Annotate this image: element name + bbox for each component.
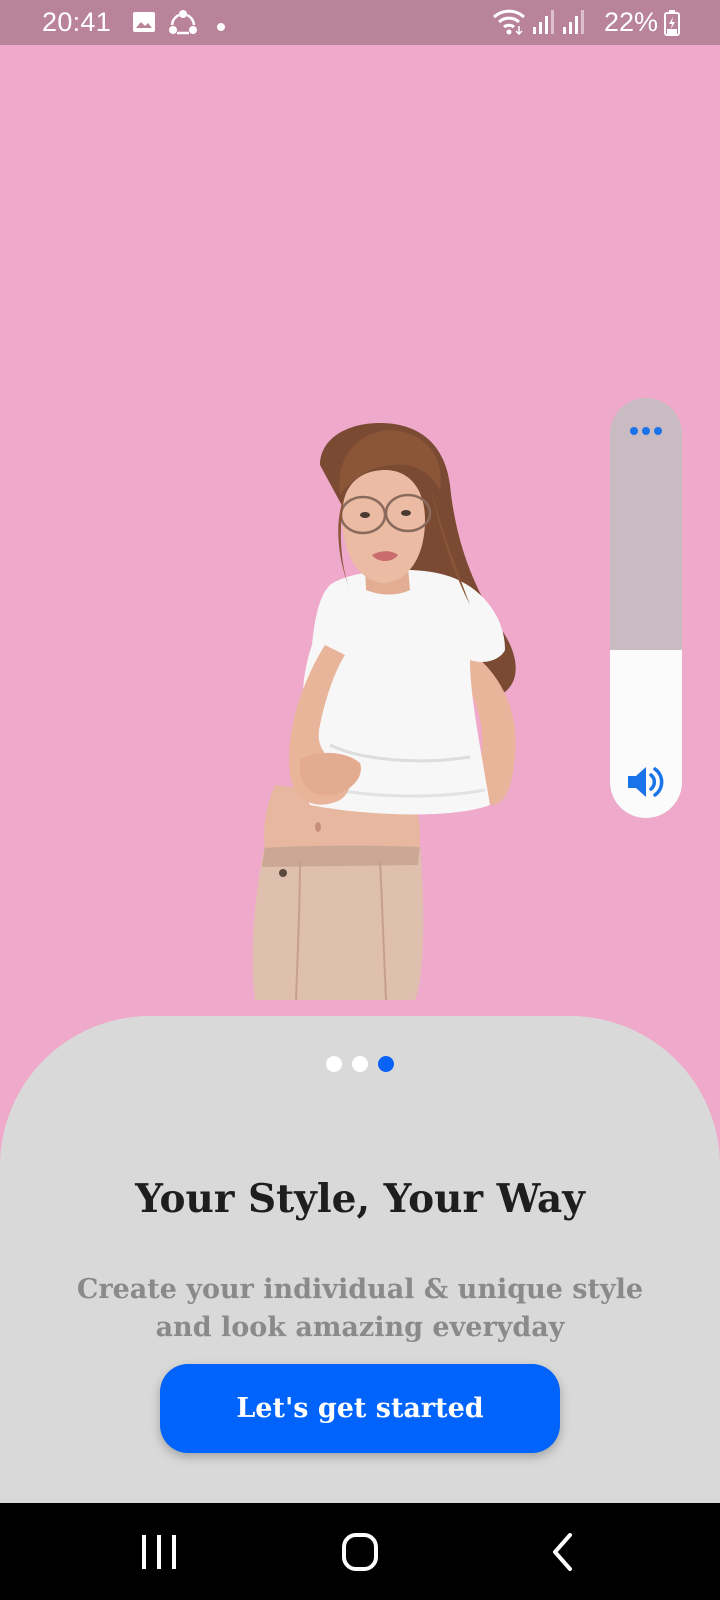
onboarding-subtitle: Create your individual & unique style an… bbox=[76, 1274, 644, 1343]
onboarding-card: Your Style, Your Way Create your individ… bbox=[0, 1016, 720, 1503]
get-started-button[interactable]: Let's get started bbox=[160, 1364, 560, 1453]
wifi-icon bbox=[492, 8, 526, 41]
signal-icon bbox=[532, 9, 558, 40]
notification-dot-icon bbox=[217, 18, 225, 36]
back-icon[interactable] bbox=[540, 1531, 590, 1573]
more-options-icon[interactable] bbox=[628, 424, 664, 436]
home-icon[interactable] bbox=[335, 1531, 385, 1573]
signal-icon bbox=[562, 9, 588, 40]
battery-charging-icon bbox=[664, 10, 680, 41]
onboarding-title: Your Style, Your Way bbox=[135, 1176, 585, 1222]
page-indicator-dot[interactable] bbox=[352, 1056, 368, 1072]
page-indicator-dot-active[interactable] bbox=[378, 1056, 394, 1072]
speaker-icon[interactable] bbox=[625, 762, 667, 802]
recent-apps-icon[interactable] bbox=[135, 1531, 185, 1573]
share-sync-icon bbox=[168, 8, 198, 41]
status-time: 20:41 bbox=[42, 7, 112, 37]
battery-percentage: 22% bbox=[604, 7, 659, 37]
navigation-bar bbox=[0, 1503, 720, 1600]
volume-panel[interactable] bbox=[610, 398, 682, 818]
page-indicator-dot[interactable] bbox=[326, 1056, 342, 1072]
page-indicator bbox=[0, 1056, 720, 1072]
status-bar: 20:41 22% bbox=[0, 0, 720, 45]
gallery-icon bbox=[132, 11, 156, 38]
